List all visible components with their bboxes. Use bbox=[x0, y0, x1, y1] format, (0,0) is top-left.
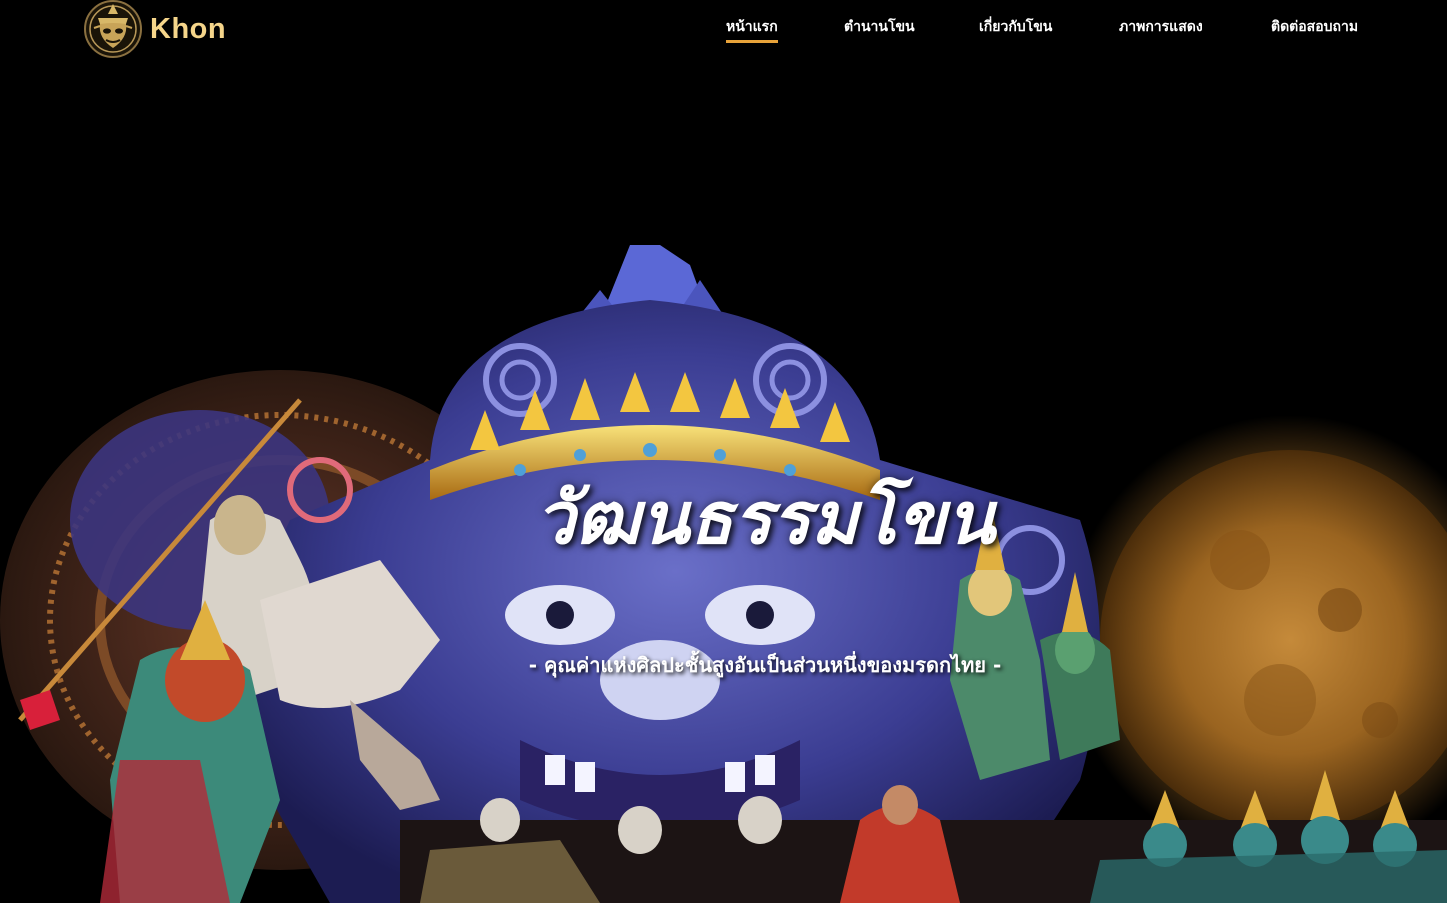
nav-item-home[interactable]: หน้าแรก bbox=[726, 16, 778, 43]
hero-section: วัฒนธรรมโขน - คุณค่าแห่งศิลปะชั้นสูงอันเ… bbox=[0, 0, 1447, 903]
nav-item-legend[interactable]: ตำนานโขน bbox=[844, 16, 915, 40]
nav-item-about[interactable]: เกี่ยวกับโขน bbox=[979, 16, 1052, 40]
nav-item-contact[interactable]: ติดต่อสอบถาม bbox=[1271, 16, 1358, 40]
hero-image bbox=[0, 245, 1447, 903]
navbar: Khon หน้าแรก ตำนานโขน เกี่ยวกับโขน ภาพกา… bbox=[0, 0, 1447, 58]
main-nav: หน้าแรก ตำนานโขน เกี่ยวกับโขน ภาพการแสดง… bbox=[0, 16, 1447, 46]
hero-subtitle: - คุณค่าแห่งศิลปะชั้นสูงอันเป็นส่วนหนึ่ง… bbox=[528, 653, 1002, 677]
page: วัฒนธรรมโขน - คุณค่าแห่งศิลปะชั้นสูงอันเ… bbox=[0, 0, 1447, 903]
hero-title: วัฒนธรรมโขน bbox=[534, 475, 996, 560]
nav-item-gallery[interactable]: ภาพการแสดง bbox=[1119, 16, 1203, 40]
